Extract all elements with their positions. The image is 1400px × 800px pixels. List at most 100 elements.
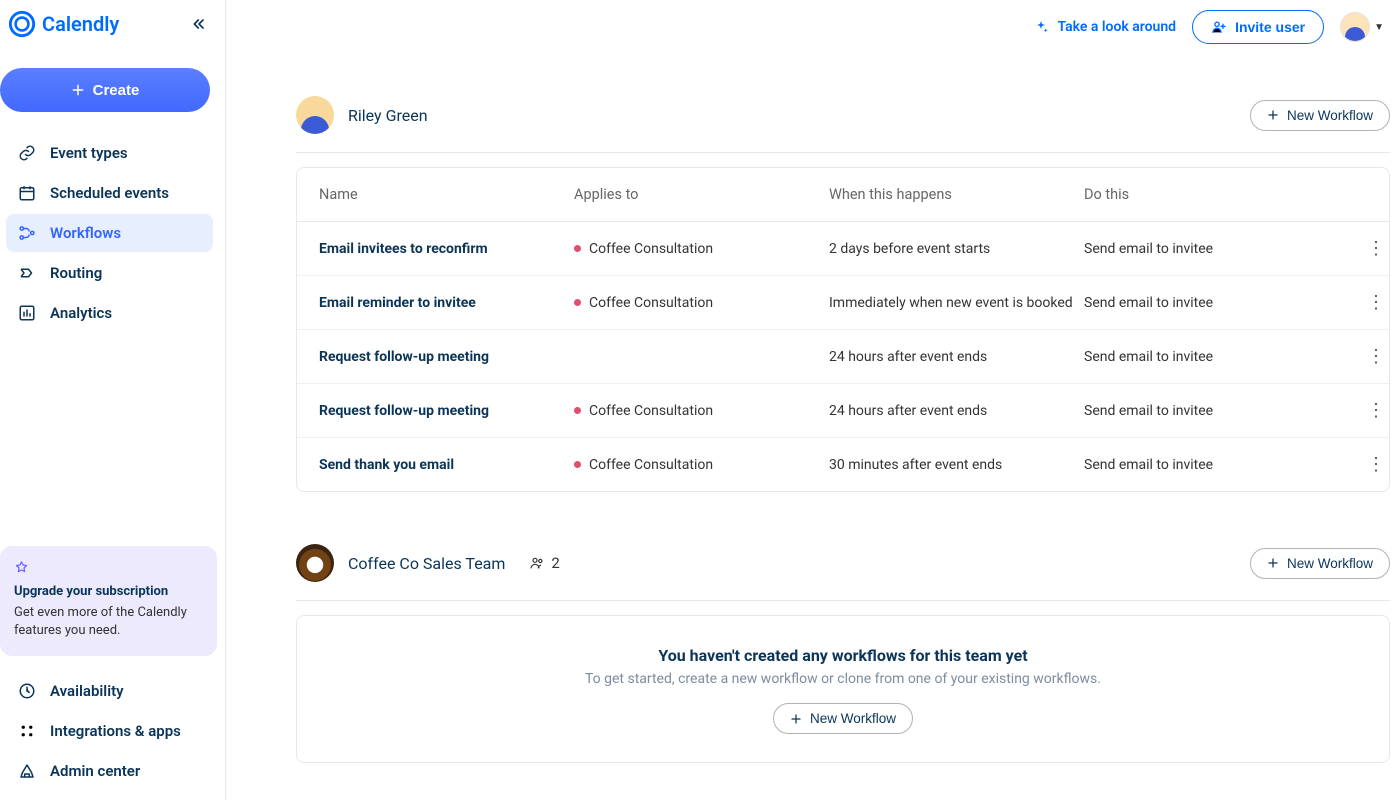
cell-when: 24 hours after event ends [829,349,1084,365]
owner: Coffee Co Sales Team 2 [296,544,560,582]
collapse-sidebar-button[interactable] [187,12,211,36]
dot-icon [574,245,581,252]
sidebar-item-label: Availability [50,682,124,700]
invite-user-button[interactable]: Invite user [1192,10,1324,44]
apps-icon [18,722,36,740]
cell-applies-to: Coffee Consultation [574,241,829,257]
sidebar-item-label: Routing [50,264,102,282]
team-avatar [296,544,334,582]
cell-applies-to: Coffee Consultation [574,295,829,311]
cell-name: Email invitees to reconfirm [319,241,574,257]
sidebar: Calendly Create Event types Scheduled ev… [0,0,226,800]
cell-name: Send thank you email [319,457,574,473]
primary-nav: Event types Scheduled events Workflows R… [0,130,225,334]
sidebar-item-label: Admin center [50,762,140,780]
brand-name: Calendly [42,12,119,36]
sidebar-item-admin-center[interactable]: Admin center [6,752,213,790]
cell-do: Send email to invitee [1084,241,1324,257]
sidebar-item-integrations[interactable]: Integrations & apps [6,712,213,750]
table-row[interactable]: Email invitees to reconfirm Coffee Consu… [297,222,1389,276]
cell-do: Send email to invitee [1084,349,1324,365]
upgrade-body: Get even more of the Calendly features y… [14,604,203,640]
owner-name: Coffee Co Sales Team [348,554,505,573]
sidebar-item-workflows[interactable]: Workflows [6,214,213,252]
sidebar-header: Calendly [0,0,225,48]
sidebar-item-availability[interactable]: Availability [6,672,213,710]
table-row[interactable]: Send thank you email Coffee Consultation… [297,438,1389,491]
chevrons-left-icon [191,16,207,32]
empty-state: You haven't created any workflows for th… [296,615,1390,763]
secondary-nav: Availability Integrations & apps Admin c… [0,668,225,800]
create-button-label: Create [93,82,140,99]
col-applies-to: Applies to [574,186,829,203]
cell-do: Send email to invitee [1084,403,1324,419]
cell-when: 30 minutes after event ends [829,457,1084,473]
table-header: Name Applies to When this happens Do thi… [297,168,1389,222]
admin-icon [18,762,36,780]
plus-icon [1267,557,1279,569]
clock-icon [18,682,36,700]
brand-logo[interactable]: Calendly [8,10,119,38]
table-row[interactable]: Email reminder to invitee Coffee Consult… [297,276,1389,330]
col-do: Do this [1084,186,1324,203]
sidebar-item-label: Event types [50,144,128,162]
plus-icon [790,713,802,725]
sidebar-item-label: Workflows [50,224,121,242]
cell-when: 24 hours after event ends [829,403,1084,419]
sidebar-item-analytics[interactable]: Analytics [6,294,213,332]
sidebar-item-routing[interactable]: Routing [6,254,213,292]
col-name: Name [319,186,574,203]
new-workflow-label: New Workflow [1287,108,1373,123]
cell-when: 2 days before event starts [829,241,1084,257]
plus-icon [71,83,85,97]
section-header-user: Riley Green New Workflow [296,96,1390,153]
create-button[interactable]: Create [0,68,210,112]
col-when: When this happens [829,186,1084,203]
new-workflow-label: New Workflow [810,711,896,726]
upgrade-title: Upgrade your subscription [14,583,203,601]
row-actions-button[interactable]: ⋮ [1324,454,1384,475]
analytics-icon [18,304,36,322]
cell-applies-to: Coffee Consultation [574,403,829,419]
more-vertical-icon: ⋮ [1367,238,1384,259]
link-icon [18,144,36,162]
avatar [296,96,334,134]
plus-icon [1267,109,1279,121]
cell-do: Send email to invitee [1084,457,1324,473]
row-actions-button[interactable]: ⋮ [1324,292,1384,313]
sidebar-item-scheduled-events[interactable]: Scheduled events [6,174,213,212]
invite-user-label: Invite user [1235,19,1305,35]
row-actions-button[interactable]: ⋮ [1324,400,1384,421]
sidebar-item-label: Scheduled events [50,184,169,202]
table-row[interactable]: Request follow-up meeting Coffee Consult… [297,384,1389,438]
more-vertical-icon: ⋮ [1367,346,1384,367]
take-a-look-around-link[interactable]: Take a look around [1033,19,1176,35]
account-menu[interactable]: ▼ [1340,12,1384,42]
calendly-logo-icon [8,10,36,38]
new-workflow-button[interactable]: New Workflow [773,703,913,734]
cell-do: Send email to invitee [1084,295,1324,311]
row-actions-button[interactable]: ⋮ [1324,346,1384,367]
table-row[interactable]: Request follow-up meeting 24 hours after… [297,330,1389,384]
avatar [1340,12,1370,42]
user-plus-icon [1211,19,1227,35]
cell-name: Request follow-up meeting [319,403,574,419]
sidebar-item-label: Integrations & apps [50,722,181,740]
people-icon [529,555,545,571]
workflows-table: Name Applies to When this happens Do thi… [296,167,1390,492]
star-icon [14,560,203,575]
empty-subtitle: To get started, create a new workflow or… [585,671,1101,687]
more-vertical-icon: ⋮ [1367,400,1384,421]
new-workflow-button[interactable]: New Workflow [1250,100,1390,131]
calendar-icon [18,184,36,202]
row-actions-button[interactable]: ⋮ [1324,238,1384,259]
new-workflow-label: New Workflow [1287,556,1373,571]
dot-icon [574,407,581,414]
new-workflow-button[interactable]: New Workflow [1250,548,1390,579]
cell-name: Email reminder to invitee [319,295,574,311]
sidebar-item-event-types[interactable]: Event types [6,134,213,172]
tour-label: Take a look around [1057,19,1176,35]
chevron-down-icon: ▼ [1374,22,1384,33]
sparkle-icon [1033,19,1049,35]
upgrade-card[interactable]: Upgrade your subscription Get even more … [0,546,217,656]
